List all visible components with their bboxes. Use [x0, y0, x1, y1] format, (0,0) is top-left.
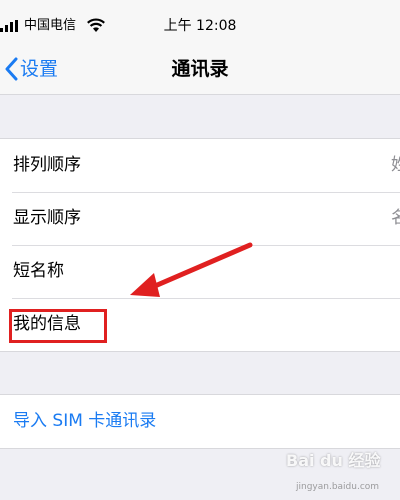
- navigation-bar: 设置 通讯录: [0, 44, 400, 95]
- status-bar: 中国电信 上午 12:08: [0, 0, 400, 44]
- sort-order-label: 排列顺序: [13, 155, 81, 175]
- import-sim-row[interactable]: 导入 SIM 卡通讯录: [0, 395, 400, 448]
- import-sim-group: 导入 SIM 卡通讯录: [0, 394, 400, 449]
- display-order-label: 显示顺序: [13, 208, 81, 228]
- status-time: 上午 12:08: [163, 18, 237, 34]
- short-name-label: 短名称: [13, 261, 64, 281]
- page-title: 通讯录: [171, 58, 229, 80]
- sort-order-value: 姓: [391, 155, 400, 175]
- import-sim-contacts-link[interactable]: 导入 SIM 卡通讯录: [13, 395, 156, 448]
- baidu-jingyan-watermark: Bai du 经验: [286, 451, 381, 470]
- annotation-highlight-box: [9, 309, 107, 343]
- watermark-url: jingyan.baidu.com: [296, 482, 380, 492]
- sort-order-row[interactable]: 排列顺序 姓: [0, 139, 400, 192]
- annotation-arrow: [130, 242, 253, 297]
- display-order-value: 名: [391, 208, 400, 228]
